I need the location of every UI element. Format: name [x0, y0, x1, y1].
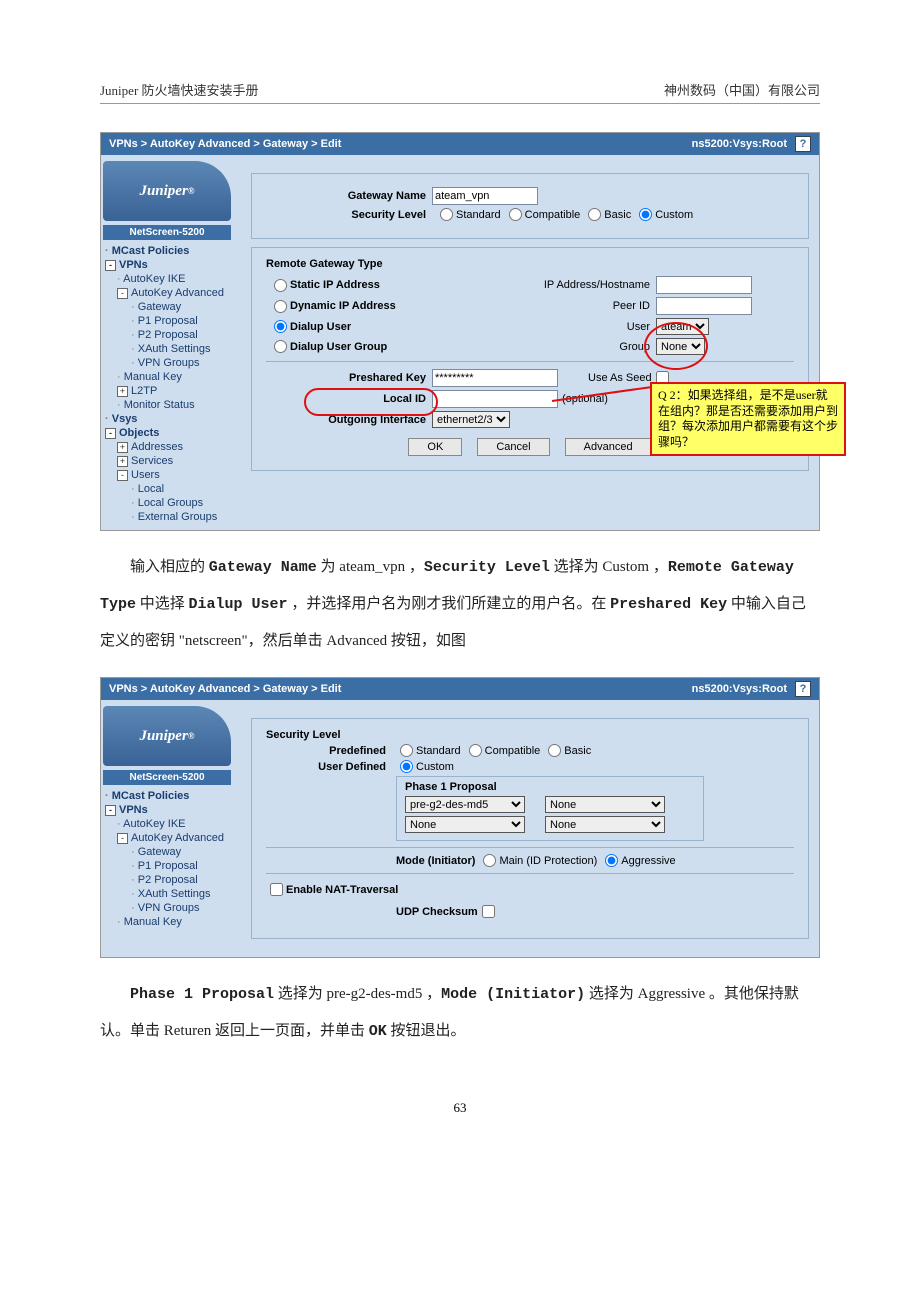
breadcrumb: VPNs > AutoKey Advanced > Gateway > Edit… — [101, 133, 819, 155]
tree-item[interactable]: MCast Policies — [112, 245, 190, 257]
hdr-right: 神州数码（中国）有限公司 — [664, 80, 820, 99]
tree-item[interactable]: AutoKey Advanced — [131, 287, 224, 299]
rgt-static[interactable] — [274, 279, 287, 292]
ok-button[interactable]: OK — [408, 438, 462, 456]
ip-hostname-input[interactable] — [656, 276, 752, 294]
content-pane-2: Security Level Predefined Standard Compa… — [231, 700, 819, 957]
advanced-button[interactable]: Advanced — [565, 438, 652, 456]
tree-item[interactable]: Gateway — [138, 301, 181, 313]
tree-item[interactable]: P1 Proposal — [138, 860, 198, 872]
nat-checkbox[interactable] — [270, 883, 283, 896]
tree-item[interactable]: P1 Proposal — [138, 315, 198, 327]
sec-comp[interactable] — [509, 208, 522, 221]
rgt-dialup-user[interactable] — [274, 320, 287, 333]
mode-aggr[interactable] — [605, 854, 618, 867]
gateway-name-input[interactable] — [432, 187, 538, 205]
p1p-heading: Phase 1 Proposal — [405, 781, 695, 793]
rgt-dialup-group[interactable] — [274, 340, 287, 353]
callout-q2: Q 2：如果选择组，是不是user就在组内？那是否还需要添加用户到组？每次添加用… — [650, 382, 846, 456]
tree-item[interactable]: XAuth Settings — [138, 343, 211, 355]
tree-item[interactable]: Objects — [119, 427, 159, 439]
page-header: Juniper 防火墙快速安装手册 神州数码（中国）有限公司 — [100, 80, 820, 104]
juniper-logo: Juniper® — [103, 161, 231, 221]
hdr-left: Juniper 防火墙快速安装手册 — [100, 80, 259, 99]
lbl-mode: Mode (Initiator) — [396, 855, 475, 867]
pred-basic[interactable] — [548, 744, 561, 757]
tree-item[interactable]: Gateway — [138, 846, 181, 858]
tree-item[interactable]: MCast Policies — [112, 790, 190, 802]
sec-custom[interactable] — [639, 208, 652, 221]
rgt-dynamic[interactable] — [274, 300, 287, 313]
nav-tree[interactable]: · MCast Policies-VPNs· AutoKey IKE-AutoK… — [103, 244, 231, 524]
lbl-seclevel-2: Security Level — [266, 729, 794, 741]
page-number: 63 — [100, 1100, 820, 1116]
tree-item[interactable]: External Groups — [138, 511, 217, 523]
sysinfo: ns5200:Vsys:Root — [692, 138, 787, 150]
lbl-sec-level: Security Level — [266, 209, 432, 221]
p1-sel-a[interactable]: pre-g2-des-md5 — [405, 796, 525, 813]
p1-sel-b[interactable]: None — [545, 796, 665, 813]
udp-checkbox[interactable] — [482, 905, 495, 918]
tree-item[interactable]: AutoKey IKE — [123, 273, 185, 285]
breadcrumb-2: VPNs > AutoKey Advanced > Gateway > Edit… — [101, 678, 819, 700]
tree-item[interactable]: Monitor Status — [124, 399, 195, 411]
annotation-circle-psk — [304, 388, 438, 416]
tree-item[interactable]: AutoKey Advanced — [131, 832, 224, 844]
p1-sel-c[interactable]: None — [405, 816, 525, 833]
tree-item[interactable]: AutoKey IKE — [123, 818, 185, 830]
tree-item[interactable]: Addresses — [131, 441, 183, 453]
lbl-psk: Preshared Key — [266, 372, 432, 384]
tree-item[interactable]: Local — [138, 483, 164, 495]
outif-select[interactable]: ethernet2/3 — [432, 411, 510, 428]
paragraph-2: Phase 1 Proposal 选择为 pre-g2-des-md5 ，Mod… — [100, 976, 820, 1050]
tree-item[interactable]: Services — [131, 455, 173, 467]
screenshot-gateway-edit: VPNs > AutoKey Advanced > Gateway > Edit… — [100, 132, 820, 531]
breadcrumb-text: VPNs > AutoKey Advanced > Gateway > Edit — [109, 138, 341, 150]
psk-input[interactable] — [432, 369, 558, 387]
tree-item[interactable]: Manual Key — [124, 371, 182, 383]
pred-comp[interactable] — [469, 744, 482, 757]
tree-item[interactable]: VPN Groups — [138, 357, 200, 369]
ud-custom[interactable] — [400, 760, 413, 773]
p1-sel-d[interactable]: None — [545, 816, 665, 833]
juniper-logo-2: Juniper® — [103, 706, 231, 766]
device-model: NetScreen-5200 — [103, 225, 231, 240]
tree-item[interactable]: VPN Groups — [138, 902, 200, 914]
annotation-circle-user — [644, 322, 708, 370]
device-model-2: NetScreen-5200 — [103, 770, 231, 785]
tree-item[interactable]: VPNs — [119, 259, 148, 271]
localid-input[interactable] — [432, 390, 558, 408]
tree-item[interactable]: Manual Key — [124, 916, 182, 928]
content-pane: Gateway Name Security Level Standard Com… — [231, 155, 819, 530]
cancel-button[interactable]: Cancel — [477, 438, 549, 456]
nav-tree-2[interactable]: · MCast Policies-VPNs· AutoKey IKE-AutoK… — [103, 789, 231, 929]
tree-item[interactable]: P2 Proposal — [138, 329, 198, 341]
screenshot-gateway-advanced: VPNs > AutoKey Advanced > Gateway > Edit… — [100, 677, 820, 958]
rgt-heading: Remote Gateway Type — [266, 258, 794, 270]
sec-basic[interactable] — [588, 208, 601, 221]
lbl-gateway-name: Gateway Name — [266, 190, 432, 202]
sidebar-2: Juniper® NetScreen-5200 · MCast Policies… — [101, 700, 231, 957]
paragraph-1: 输入相应的 Gateway Name 为 ateam_vpn ，Security… — [100, 549, 820, 659]
mode-main[interactable] — [483, 854, 496, 867]
tree-item[interactable]: XAuth Settings — [138, 888, 211, 900]
peer-id-input[interactable] — [656, 297, 752, 315]
tree-item[interactable]: Vsys — [112, 413, 138, 425]
help-icon-2[interactable]: ? — [795, 681, 811, 697]
sec-std[interactable] — [440, 208, 453, 221]
tree-item[interactable]: Users — [131, 469, 160, 481]
tree-item[interactable]: L2TP — [131, 385, 157, 397]
sidebar: Juniper® NetScreen-5200 · MCast Policies… — [101, 155, 231, 530]
tree-item[interactable]: VPNs — [119, 804, 148, 816]
help-icon[interactable]: ? — [795, 136, 811, 152]
tree-item[interactable]: P2 Proposal — [138, 874, 198, 886]
tree-item[interactable]: Local Groups — [138, 497, 203, 509]
pred-std[interactable] — [400, 744, 413, 757]
